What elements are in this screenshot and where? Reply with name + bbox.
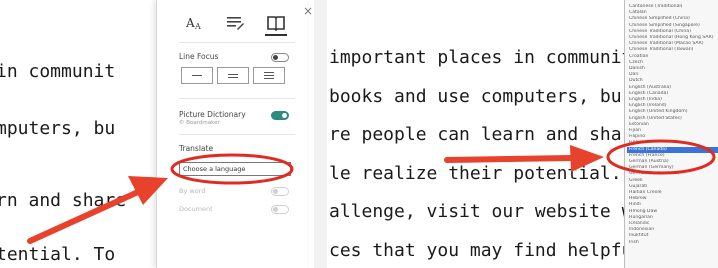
five-line-focus-button[interactable] — [253, 67, 285, 84]
divider — [179, 98, 295, 99]
line-focus-toggle[interactable] — [271, 53, 289, 62]
active-tab-indicator — [265, 34, 287, 36]
reader-text-line: allenge, visit our website whe — [329, 201, 655, 222]
close-icon[interactable]: × — [303, 4, 313, 18]
reader-text-line: important places in communit — [329, 47, 633, 68]
svg-text:A: A — [194, 22, 201, 31]
svg-text:A: A — [185, 16, 195, 30]
language-option[interactable]: Irish — [627, 240, 718, 246]
reader-text-line: le realize their potential. To — [329, 163, 655, 184]
reading-preferences-book-icon[interactable] — [266, 14, 286, 32]
reading-preferences-panel: A A × Line Focus Picture Dictionary © Bo… — [156, 0, 313, 268]
one-line-focus-button[interactable] — [181, 67, 213, 84]
line-focus-label: Line Focus — [179, 52, 219, 61]
divider — [179, 42, 295, 43]
picture-dictionary-label: Picture Dictionary — [179, 110, 246, 119]
reader-text-line: books and use computers, bu — [329, 86, 622, 107]
reader-text-line: mputers, bu — [0, 118, 116, 139]
reader-text-line: in communit — [0, 61, 116, 82]
reader-text-line: ces that you may find helpful. — [329, 240, 655, 261]
reader-text-line: re people can learn and share — [329, 124, 644, 145]
reader-settings-screenshot: in communit mputers, bu rn and share ten… — [0, 0, 315, 268]
divider — [179, 134, 295, 135]
language-dropdown-screenshot: important places in communit books and u… — [327, 0, 718, 268]
picture-dictionary-toggle[interactable] — [271, 111, 289, 120]
boardmaker-credit: © Boardmaker — [179, 120, 220, 126]
language-dropdown-list[interactable]: Cantonese (Traditional) Catalan Chinese Si… — [624, 0, 718, 268]
three-line-focus-button[interactable] — [217, 67, 249, 84]
by-word-label: By word — [179, 187, 206, 195]
grammar-options-icon[interactable] — [225, 14, 245, 32]
document-toggle[interactable] — [271, 205, 289, 214]
translate-label: Translate — [179, 144, 214, 153]
reader-text-line: tential. To — [0, 244, 116, 265]
text-size-icon[interactable]: A A — [185, 14, 205, 32]
document-label: Document — [179, 205, 213, 213]
reader-text-line: rn and share — [0, 190, 127, 211]
by-word-toggle[interactable] — [271, 187, 289, 196]
choose-language-select[interactable]: Choose a language — [179, 162, 291, 176]
screenshot-gap — [314, 0, 327, 268]
